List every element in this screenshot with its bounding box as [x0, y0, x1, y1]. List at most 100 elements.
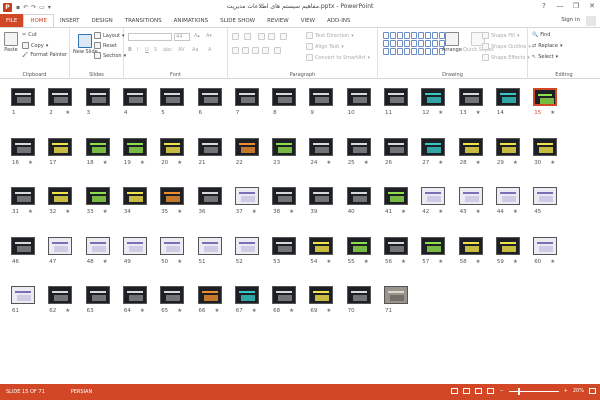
tab-home[interactable]: HOME [23, 14, 55, 28]
convert-smartart-button[interactable]: Convert to SmartArt ▾ [306, 54, 370, 61]
slide-thumbnail-56[interactable] [384, 236, 408, 255]
font-size-input[interactable]: 44 [174, 33, 190, 41]
restore-icon[interactable]: ❐ [568, 0, 584, 12]
slide-thumbnail-40[interactable] [346, 187, 371, 205]
transition-star-icon[interactable]: ★ [28, 160, 33, 166]
tab-view[interactable]: VIEW [295, 14, 321, 28]
shape-icon[interactable] [418, 48, 424, 55]
slide-thumbnail-57[interactable] [421, 236, 446, 255]
shape-icon[interactable] [397, 40, 403, 47]
slide-thumbnail-32[interactable] [48, 187, 73, 205]
sign-in-link[interactable]: Sign in [561, 17, 580, 23]
shape-icon[interactable] [390, 32, 396, 39]
shrink-font-button[interactable]: A▾ [206, 33, 212, 39]
transition-star-icon[interactable]: ★ [215, 308, 220, 314]
slide-thumbnail-26[interactable] [384, 137, 408, 156]
slide-thumbnail-69[interactable] [309, 286, 334, 304]
shape-icon[interactable] [404, 48, 410, 55]
section-button[interactable]: Section ▾ [94, 52, 126, 59]
paste-button[interactable]: Paste [4, 32, 18, 53]
slide-thumbnail-59[interactable] [495, 236, 520, 255]
decrease-indent-button[interactable] [258, 33, 265, 40]
align-center-button[interactable] [242, 47, 249, 54]
slide-thumbnail-47[interactable] [48, 236, 73, 255]
slide-thumbnail-60[interactable] [533, 236, 558, 255]
transition-star-icon[interactable]: ★ [476, 209, 481, 215]
slide-thumbnail-20[interactable] [160, 137, 185, 156]
zoom-level[interactable]: 20% [573, 388, 584, 394]
transition-star-icon[interactable]: ★ [550, 160, 555, 166]
avatar[interactable] [586, 16, 596, 26]
language-status[interactable]: PERSIAN [71, 389, 92, 395]
reset-button[interactable]: Reset [94, 42, 117, 49]
slide-thumbnail-13[interactable] [458, 88, 483, 106]
tab-design[interactable]: DESIGN [86, 14, 119, 28]
shape-icon[interactable] [418, 32, 424, 39]
underline-button[interactable]: U [145, 47, 149, 53]
line-spacing-button[interactable] [280, 33, 287, 40]
shadow-button[interactable]: S [154, 47, 157, 53]
slide-thumbnail-17[interactable] [48, 137, 73, 156]
transition-star-icon[interactable]: ★ [438, 209, 443, 215]
minimize-icon[interactable]: — [552, 0, 568, 12]
slide-thumbnail-45[interactable] [533, 187, 558, 205]
shape-icon[interactable] [432, 32, 438, 39]
transition-star-icon[interactable]: ★ [476, 110, 481, 116]
slide-thumbnail-64[interactable] [122, 286, 147, 304]
slide-thumbnail-22[interactable] [234, 137, 259, 156]
tab-animations[interactable]: ANIMATIONS [168, 14, 215, 28]
slide-thumbnail-15[interactable] [533, 88, 558, 106]
slide-thumbnail-6[interactable] [197, 88, 222, 106]
slide-thumbnail-62[interactable] [48, 286, 73, 304]
tab-slide-show[interactable]: SLIDE SHOW [214, 14, 261, 28]
transition-star-icon[interactable]: ★ [140, 308, 145, 314]
transition-star-icon[interactable]: ★ [252, 209, 257, 215]
shape-icon[interactable] [425, 40, 431, 47]
transition-star-icon[interactable]: ★ [140, 160, 145, 166]
slide-thumbnail-39[interactable] [309, 187, 334, 205]
slideshow-view-icon[interactable] [487, 388, 495, 394]
slide-thumbnail-29[interactable] [495, 137, 520, 156]
slide-thumbnail-28[interactable] [458, 137, 483, 156]
slide-thumbnail-2[interactable] [48, 88, 73, 106]
zoom-slider[interactable] [508, 387, 559, 395]
transition-star-icon[interactable]: ★ [326, 308, 331, 314]
transition-star-icon[interactable]: ★ [65, 209, 70, 215]
find-button[interactable]: 🔍 Find [532, 32, 550, 38]
zoom-slider-thumb[interactable] [518, 387, 521, 395]
transition-star-icon[interactable]: ★ [177, 259, 182, 265]
change-case-button[interactable]: Aa [192, 47, 198, 53]
arrange-button[interactable]: Arrange [442, 32, 462, 53]
slide-thumbnail-55[interactable] [346, 236, 371, 255]
layout-button[interactable]: Layout ▾ [94, 32, 125, 39]
slide-thumbnail-12[interactable] [421, 88, 446, 106]
slide-thumbnail-5[interactable] [160, 88, 185, 106]
justify-button[interactable] [262, 47, 269, 54]
shape-outline-button[interactable]: Shape Outline ▾ [482, 43, 531, 50]
slide-thumbnail-70[interactable] [346, 286, 371, 304]
zoom-out-icon[interactable]: − [499, 388, 503, 394]
slide-thumbnail-65[interactable] [160, 286, 185, 304]
tab-add-ins[interactable]: ADD-INS [321, 14, 356, 28]
shape-icon[interactable] [418, 40, 424, 47]
transition-star-icon[interactable]: ★ [326, 160, 331, 166]
transition-star-icon[interactable]: ★ [289, 209, 294, 215]
align-left-button[interactable] [232, 47, 239, 54]
slide-thumbnail-16[interactable] [11, 137, 35, 156]
slide-thumbnail-18[interactable] [85, 137, 110, 156]
transition-star-icon[interactable]: ★ [28, 209, 33, 215]
transition-star-icon[interactable]: ★ [550, 259, 555, 265]
transition-star-icon[interactable]: ★ [476, 259, 481, 265]
slide-thumbnail-54[interactable] [309, 236, 334, 255]
undo-icon[interactable]: ↶ [23, 4, 28, 11]
slide-thumbnail-34[interactable] [122, 187, 147, 205]
transition-star-icon[interactable]: ★ [103, 209, 108, 215]
slide-thumbnail-1[interactable] [11, 88, 35, 106]
slide-thumbnail-67[interactable] [234, 286, 259, 304]
slide-thumbnail-23[interactable] [272, 137, 297, 156]
slide-thumbnail-48[interactable] [85, 236, 110, 255]
redo-icon[interactable]: ↷ [31, 4, 36, 11]
transition-star-icon[interactable]: ★ [550, 110, 555, 116]
copy-button[interactable]: Copy ▾ [22, 42, 48, 49]
slide-thumbnail-7[interactable] [234, 88, 259, 106]
